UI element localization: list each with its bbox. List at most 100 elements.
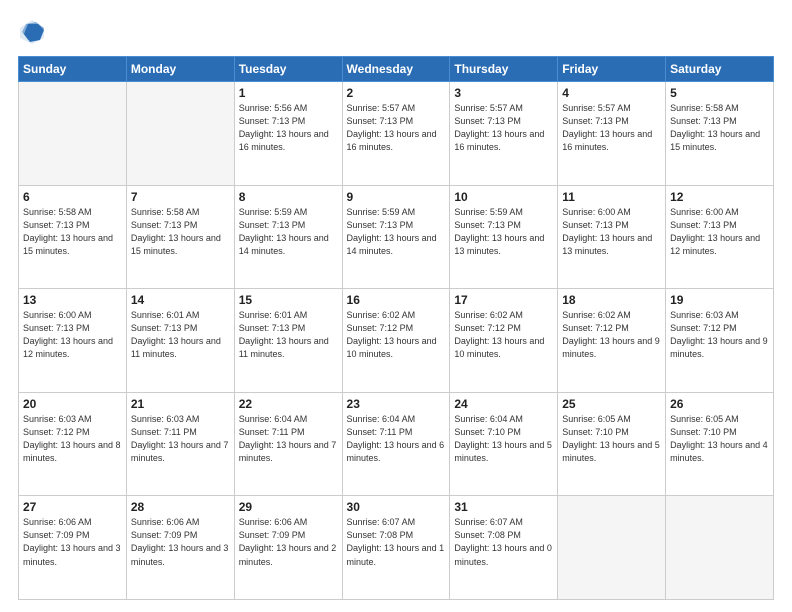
day-number: 7 — [131, 190, 230, 204]
day-info: Sunrise: 5:56 AM Sunset: 7:13 PM Dayligh… — [239, 102, 338, 154]
calendar-cell: 29 Sunrise: 6:06 AM Sunset: 7:09 PM Dayli… — [234, 496, 342, 600]
calendar-cell: 15 Sunrise: 6:01 AM Sunset: 7:13 PM Dayli… — [234, 289, 342, 393]
calendar-cell: 20 Sunrise: 6:03 AM Sunset: 7:12 PM Dayli… — [19, 392, 127, 496]
weekday-header-saturday: Saturday — [666, 57, 774, 82]
day-number: 25 — [562, 397, 661, 411]
logo — [18, 18, 50, 46]
day-info: Sunrise: 5:59 AM Sunset: 7:13 PM Dayligh… — [239, 206, 338, 258]
day-info: Sunrise: 6:03 AM Sunset: 7:12 PM Dayligh… — [23, 413, 122, 465]
calendar-cell: 9Sunrise: 5:59 AM Sunset: 7:13 PM Daylig… — [342, 185, 450, 289]
day-number: 13 — [23, 293, 122, 307]
calendar-cell: 17 Sunrise: 6:02 AM Sunset: 7:12 PM Dayli… — [450, 289, 558, 393]
day-number: 22 — [239, 397, 338, 411]
day-number: 6 — [23, 190, 122, 204]
day-number: 23 — [347, 397, 446, 411]
day-info: Sunrise: 6:01 AM Sunset: 7:13 PM Dayligh… — [131, 309, 230, 361]
day-info: Sunrise: 6:04 AM Sunset: 7:11 PM Dayligh… — [347, 413, 446, 465]
day-info: Sunrise: 6:04 AM Sunset: 7:10 PM Dayligh… — [454, 413, 553, 465]
day-info: Sunrise: 6:02 AM Sunset: 7:12 PM Dayligh… — [347, 309, 446, 361]
day-number: 15 — [239, 293, 338, 307]
day-number: 5 — [670, 86, 769, 100]
calendar-cell: 16 Sunrise: 6:02 AM Sunset: 7:12 PM Dayli… — [342, 289, 450, 393]
day-number: 24 — [454, 397, 553, 411]
day-info: Sunrise: 6:06 AM Sunset: 7:09 PM Dayligh… — [23, 516, 122, 568]
day-info: Sunrise: 6:04 AM Sunset: 7:11 PM Dayligh… — [239, 413, 338, 465]
day-number: 17 — [454, 293, 553, 307]
day-number: 16 — [347, 293, 446, 307]
calendar-week-2: 6 Sunrise: 5:58 AM Sunset: 7:13 PM Daylig… — [19, 185, 774, 289]
calendar-cell: 22 Sunrise: 6:04 AM Sunset: 7:11 PM Dayli… — [234, 392, 342, 496]
calendar-cell: 8 Sunrise: 5:59 AM Sunset: 7:13 PM Daylig… — [234, 185, 342, 289]
day-info: Sunrise: 6:03 AM Sunset: 7:11 PM Dayligh… — [131, 413, 230, 465]
calendar-cell: 23 Sunrise: 6:04 AM Sunset: 7:11 PM Dayli… — [342, 392, 450, 496]
calendar-cell: 26Sunrise: 6:05 AM Sunset: 7:10 PM Dayli… — [666, 392, 774, 496]
day-number: 4 — [562, 86, 661, 100]
calendar-cell: 7Sunrise: 5:58 AM Sunset: 7:13 PM Daylig… — [126, 185, 234, 289]
header — [18, 18, 774, 46]
calendar-cell: 5 Sunrise: 5:58 AM Sunset: 7:13 PM Daylig… — [666, 82, 774, 186]
day-number: 31 — [454, 500, 553, 514]
calendar-cell — [19, 82, 127, 186]
weekday-header-sunday: Sunday — [19, 57, 127, 82]
calendar-cell: 21 Sunrise: 6:03 AM Sunset: 7:11 PM Dayli… — [126, 392, 234, 496]
day-number: 26 — [670, 397, 769, 411]
calendar-cell — [666, 496, 774, 600]
page: SundayMondayTuesdayWednesdayThursdayFrid… — [0, 0, 792, 612]
day-info: Sunrise: 6:00 AM Sunset: 7:13 PM Dayligh… — [670, 206, 769, 258]
calendar-cell — [558, 496, 666, 600]
day-number: 9 — [347, 190, 446, 204]
weekday-header-friday: Friday — [558, 57, 666, 82]
day-number: 1 — [239, 86, 338, 100]
day-number: 8 — [239, 190, 338, 204]
day-number: 14 — [131, 293, 230, 307]
day-info: Sunrise: 6:07 AM Sunset: 7:08 PM Dayligh… — [454, 516, 553, 568]
weekday-header-tuesday: Tuesday — [234, 57, 342, 82]
calendar-cell: 13Sunrise: 6:00 AM Sunset: 7:13 PM Dayli… — [19, 289, 127, 393]
calendar-cell: 4 Sunrise: 5:57 AM Sunset: 7:13 PM Daylig… — [558, 82, 666, 186]
calendar-cell — [126, 82, 234, 186]
calendar-cell: 14 Sunrise: 6:01 AM Sunset: 7:13 PM Dayli… — [126, 289, 234, 393]
calendar-cell: 25 Sunrise: 6:05 AM Sunset: 7:10 PM Dayli… — [558, 392, 666, 496]
day-number: 28 — [131, 500, 230, 514]
day-info: Sunrise: 6:06 AM Sunset: 7:09 PM Dayligh… — [239, 516, 338, 568]
day-number: 18 — [562, 293, 661, 307]
calendar-cell: 11 Sunrise: 6:00 AM Sunset: 7:13 PM Dayli… — [558, 185, 666, 289]
calendar-cell: 2 Sunrise: 5:57 AM Sunset: 7:13 PM Daylig… — [342, 82, 450, 186]
day-number: 19 — [670, 293, 769, 307]
day-number: 10 — [454, 190, 553, 204]
calendar-week-1: 1 Sunrise: 5:56 AM Sunset: 7:13 PM Daylig… — [19, 82, 774, 186]
weekday-header-row: SundayMondayTuesdayWednesdayThursdayFrid… — [19, 57, 774, 82]
calendar-cell: 18Sunrise: 6:02 AM Sunset: 7:12 PM Dayli… — [558, 289, 666, 393]
day-number: 12 — [670, 190, 769, 204]
day-number: 30 — [347, 500, 446, 514]
day-number: 11 — [562, 190, 661, 204]
calendar-cell: 27 Sunrise: 6:06 AM Sunset: 7:09 PM Dayli… — [19, 496, 127, 600]
day-info: Sunrise: 6:03 AM Sunset: 7:12 PM Dayligh… — [670, 309, 769, 361]
day-info: Sunrise: 5:58 AM Sunset: 7:13 PM Dayligh… — [670, 102, 769, 154]
calendar-cell: 6 Sunrise: 5:58 AM Sunset: 7:13 PM Daylig… — [19, 185, 127, 289]
calendar-week-5: 27 Sunrise: 6:06 AM Sunset: 7:09 PM Dayli… — [19, 496, 774, 600]
day-number: 20 — [23, 397, 122, 411]
day-info: Sunrise: 6:01 AM Sunset: 7:13 PM Dayligh… — [239, 309, 338, 361]
calendar-table: SundayMondayTuesdayWednesdayThursdayFrid… — [18, 56, 774, 600]
day-info: Sunrise: 6:02 AM Sunset: 7:12 PM Dayligh… — [454, 309, 553, 361]
day-number: 2 — [347, 86, 446, 100]
calendar-week-4: 20 Sunrise: 6:03 AM Sunset: 7:12 PM Dayli… — [19, 392, 774, 496]
day-info: Sunrise: 6:05 AM Sunset: 7:10 PM Dayligh… — [562, 413, 661, 465]
day-number: 29 — [239, 500, 338, 514]
day-info: Sunrise: 5:58 AM Sunset: 7:13 PM Dayligh… — [23, 206, 122, 258]
day-info: Sunrise: 6:00 AM Sunset: 7:13 PM Dayligh… — [562, 206, 661, 258]
calendar-cell: 28 Sunrise: 6:06 AM Sunset: 7:09 PM Dayli… — [126, 496, 234, 600]
day-info: Sunrise: 5:57 AM Sunset: 7:13 PM Dayligh… — [454, 102, 553, 154]
weekday-header-thursday: Thursday — [450, 57, 558, 82]
calendar-cell: 12 Sunrise: 6:00 AM Sunset: 7:13 PM Dayli… — [666, 185, 774, 289]
logo-icon — [18, 18, 46, 46]
calendar-cell: 24 Sunrise: 6:04 AM Sunset: 7:10 PM Dayli… — [450, 392, 558, 496]
calendar-week-3: 13Sunrise: 6:00 AM Sunset: 7:13 PM Dayli… — [19, 289, 774, 393]
day-number: 27 — [23, 500, 122, 514]
day-info: Sunrise: 6:07 AM Sunset: 7:08 PM Dayligh… — [347, 516, 446, 568]
day-number: 21 — [131, 397, 230, 411]
day-info: Sunrise: 6:06 AM Sunset: 7:09 PM Dayligh… — [131, 516, 230, 568]
day-info: Sunrise: 5:57 AM Sunset: 7:13 PM Dayligh… — [347, 102, 446, 154]
day-info: Sunrise: 5:57 AM Sunset: 7:13 PM Dayligh… — [562, 102, 661, 154]
